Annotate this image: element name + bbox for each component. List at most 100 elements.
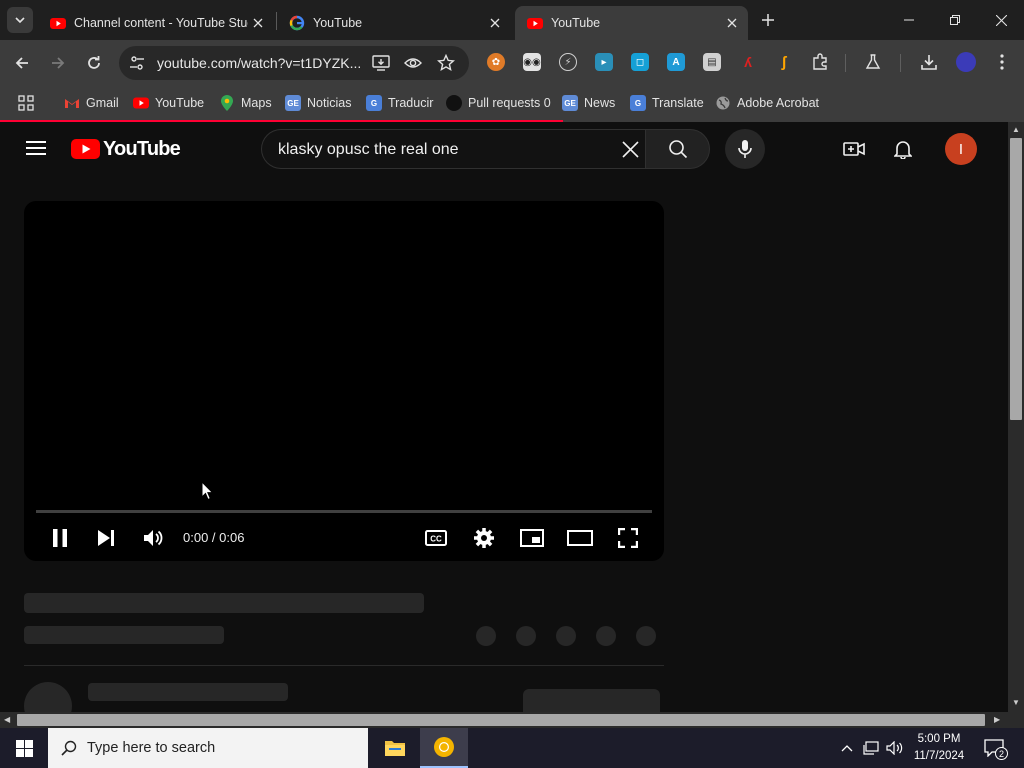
scroll-right-icon[interactable]: ▶: [994, 715, 1000, 724]
horizontal-scroll-thumb[interactable]: [17, 714, 985, 726]
bookmark-news[interactable]: GE News: [562, 92, 615, 114]
chevron-down-icon: [15, 17, 25, 24]
extension-orange-icon[interactable]: ʃ: [775, 53, 793, 71]
settings-button[interactable]: [469, 523, 499, 553]
gmail-icon: [64, 95, 80, 111]
extension-camera-icon[interactable]: ▸: [595, 53, 613, 71]
notification-count-badge: 2: [995, 747, 1008, 760]
apps-grid-icon: [18, 95, 34, 111]
site-info-icon[interactable]: [129, 55, 145, 71]
google-favicon-icon: [289, 15, 305, 31]
voice-search-button[interactable]: [725, 129, 765, 169]
divider: [24, 665, 664, 666]
scroll-down-icon[interactable]: ▼: [1012, 698, 1020, 707]
video-player[interactable]: 0:00 / 0:06 CC: [24, 201, 664, 561]
bookmark-youtube[interactable]: YouTube: [133, 92, 204, 114]
extension-honey-icon[interactable]: ✿: [487, 53, 505, 71]
volume-tray-button[interactable]: [885, 738, 905, 758]
scroll-left-icon[interactable]: ◀: [4, 715, 10, 724]
profile-avatar-icon[interactable]: [956, 52, 976, 72]
bookmark-star-icon[interactable]: [437, 54, 455, 72]
extension-glasses-icon[interactable]: ◉◉: [523, 53, 541, 71]
youtube-logo[interactable]: YouTube: [71, 137, 181, 161]
eye-icon[interactable]: [404, 55, 422, 71]
pause-button[interactable]: [45, 523, 75, 553]
show-hidden-icons-button[interactable]: [837, 738, 857, 758]
extension-acrobat-icon[interactable]: ʎ: [739, 53, 757, 71]
bookmark-traducir[interactable]: G Traducir: [366, 92, 433, 114]
mute-button[interactable]: [138, 523, 168, 553]
extension-speed-icon[interactable]: ⚡: [559, 53, 577, 71]
bookmark-gmail[interactable]: Gmail: [64, 92, 119, 114]
bookmark-pull-requests[interactable]: Pull requests 0: [446, 92, 551, 114]
close-window-button[interactable]: [978, 0, 1024, 40]
browser-tab-youtube[interactable]: YouTube: [277, 6, 511, 40]
bookmark-noticias[interactable]: GE Noticias: [285, 92, 351, 114]
account-avatar[interactable]: I: [945, 133, 977, 165]
subtitles-button[interactable]: CC: [421, 523, 451, 553]
browser-tab-strip: Channel content - YouTube Studio YouTube…: [0, 0, 1024, 40]
browser-tab-youtube-active[interactable]: YouTube: [515, 6, 748, 40]
clear-search-button[interactable]: [616, 135, 644, 163]
windows-taskbar: Type here to search 5:00 PM 11/7/2024 2: [0, 728, 1024, 768]
browser-tab-studio[interactable]: Channel content - YouTube Studio: [38, 6, 274, 40]
tab-title: Channel content - YouTube Studio: [74, 16, 248, 30]
bookmark-translate[interactable]: G Translate: [630, 92, 704, 114]
labs-flask-icon[interactable]: [864, 53, 882, 71]
bell-icon: [894, 141, 912, 159]
arrow-left-icon: [15, 57, 28, 69]
action-skeleton: [636, 626, 656, 646]
fullscreen-icon: [618, 528, 638, 548]
guide-menu-button[interactable]: [22, 137, 50, 161]
taskbar-clock[interactable]: 5:00 PM 11/7/2024: [912, 731, 966, 765]
network-tray-button[interactable]: [861, 738, 881, 758]
miniplayer-button[interactable]: [517, 523, 547, 553]
tab-search-button[interactable]: [7, 7, 33, 33]
taskbar-chrome[interactable]: [420, 728, 468, 768]
search-button[interactable]: [645, 129, 710, 169]
tab-title: YouTube: [551, 16, 601, 30]
back-button[interactable]: [9, 50, 35, 76]
close-tab-icon[interactable]: [485, 13, 505, 33]
notification-center-button[interactable]: 2: [982, 738, 1008, 760]
fullscreen-button[interactable]: [613, 523, 643, 553]
bookmark-adobe-acrobat[interactable]: Adobe Acrobat: [715, 92, 819, 114]
video-progress-bar[interactable]: [36, 510, 652, 513]
scroll-up-icon[interactable]: ▲: [1012, 125, 1020, 134]
extensions-puzzle-icon[interactable]: [811, 53, 829, 71]
address-bar[interactable]: youtube.com/watch?v=t1DYZK...: [119, 46, 469, 80]
youtube-favicon-icon: [50, 18, 66, 29]
new-tab-button[interactable]: [757, 9, 779, 31]
restore-button[interactable]: [932, 0, 978, 40]
reload-button[interactable]: [81, 50, 107, 76]
apps-grid-button[interactable]: [18, 92, 34, 114]
bookmark-label: Maps: [241, 96, 272, 110]
vertical-scrollbar[interactable]: ▲ ▼: [1008, 122, 1024, 712]
next-button[interactable]: [91, 523, 121, 553]
plus-icon: [762, 14, 774, 26]
create-button[interactable]: [840, 135, 868, 163]
notifications-button[interactable]: [889, 135, 917, 163]
horizontal-scrollbar[interactable]: ◀ ▶: [0, 712, 1008, 728]
theater-mode-button[interactable]: [565, 523, 595, 553]
time-display: 0:00 / 0:06: [183, 530, 245, 545]
search-box[interactable]: klasky opusc the real one: [261, 129, 645, 169]
extension-screenshot-icon[interactable]: ◻: [631, 53, 649, 71]
forward-button[interactable]: [45, 50, 71, 76]
bookmark-maps[interactable]: Maps: [219, 92, 272, 114]
extension-translator-icon[interactable]: A: [667, 53, 685, 71]
extension-print-icon[interactable]: ▤: [703, 53, 721, 71]
search-input[interactable]: klasky opusc the real one: [278, 141, 459, 159]
install-app-icon[interactable]: [372, 55, 390, 71]
taskbar-file-explorer[interactable]: [371, 728, 419, 768]
vertical-scroll-thumb[interactable]: [1010, 138, 1022, 420]
taskbar-search-box[interactable]: Type here to search: [48, 728, 368, 768]
search-icon: [61, 740, 77, 756]
start-button[interactable]: [0, 728, 48, 768]
action-skeleton: [516, 626, 536, 646]
close-tab-icon[interactable]: [722, 13, 742, 33]
close-tab-icon[interactable]: [248, 13, 268, 33]
download-icon[interactable]: [920, 53, 938, 71]
minimize-button[interactable]: [886, 0, 932, 40]
more-menu-icon[interactable]: [993, 53, 1011, 71]
